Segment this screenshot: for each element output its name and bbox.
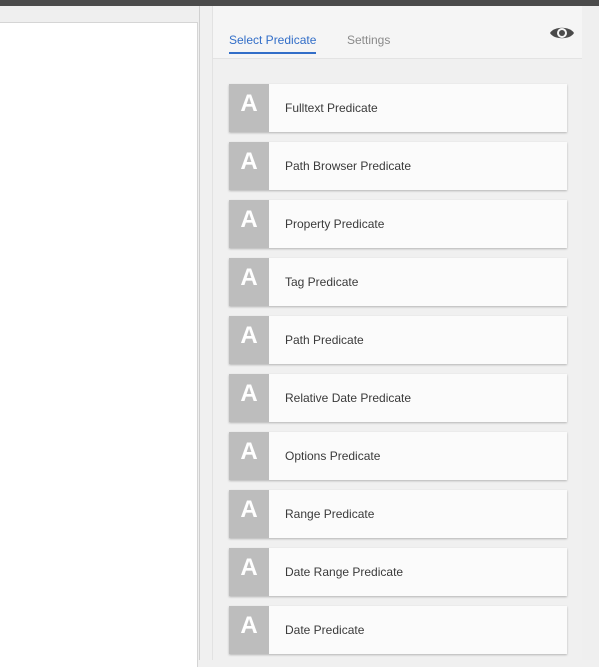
predicate-property[interactable]: A Property Predicate [229,200,567,248]
predicate-label: Date Predicate [285,623,365,637]
predicate-path[interactable]: A Path Predicate [229,316,567,364]
predicate-options[interactable]: A Options Predicate [229,432,567,480]
predicate-tag[interactable]: A Tag Predicate [229,258,567,306]
predicate-label: Relative Date Predicate [285,391,412,405]
tabs-header: Select Predicate Settings [213,6,582,59]
predicate-badge-icon: A [229,548,269,596]
panel-divider [199,6,200,660]
predicate-label: Tag Predicate [285,275,359,289]
predicate-badge-icon: A [229,606,269,654]
predicate-date[interactable]: A Date Predicate [229,606,567,654]
predicate-path-browser[interactable]: A Path Browser Predicate [229,142,567,190]
predicate-label: Range Predicate [285,507,375,521]
predicate-range[interactable]: A Range Predicate [229,490,567,538]
predicate-badge-icon: A [229,258,269,306]
editor-canvas [0,6,199,667]
side-panel: Select Predicate Settings A Fulltext Pre… [212,6,583,660]
predicate-badge-icon: A [229,142,269,190]
predicate-badge-icon: A [229,374,269,422]
predicate-label: Options Predicate [285,449,381,463]
predicate-badge-icon: A [229,316,269,364]
predicate-badge-icon: A [229,84,269,132]
tab-settings[interactable]: Settings [347,33,390,47]
predicate-date-range[interactable]: A Date Range Predicate [229,548,567,596]
predicate-relative-date[interactable]: A Relative Date Predicate [229,374,567,422]
predicate-badge-icon: A [229,200,269,248]
predicate-badge-icon: A [229,490,269,538]
predicate-label: Fulltext Predicate [285,101,378,115]
right-edge-strip [582,6,599,660]
predicate-list: A Fulltext Predicate A Path Browser Pred… [229,84,567,664]
predicate-label: Property Predicate [285,217,385,231]
predicate-label: Date Range Predicate [285,565,404,579]
tab-select-predicate[interactable]: Select Predicate [229,33,317,54]
predicate-badge-icon: A [229,432,269,480]
predicate-label: Path Predicate [285,333,364,347]
canvas-page[interactable] [0,22,198,667]
predicate-fulltext[interactable]: A Fulltext Predicate [229,84,567,132]
predicate-label: Path Browser Predicate [285,159,412,173]
eye-icon[interactable] [549,24,575,42]
